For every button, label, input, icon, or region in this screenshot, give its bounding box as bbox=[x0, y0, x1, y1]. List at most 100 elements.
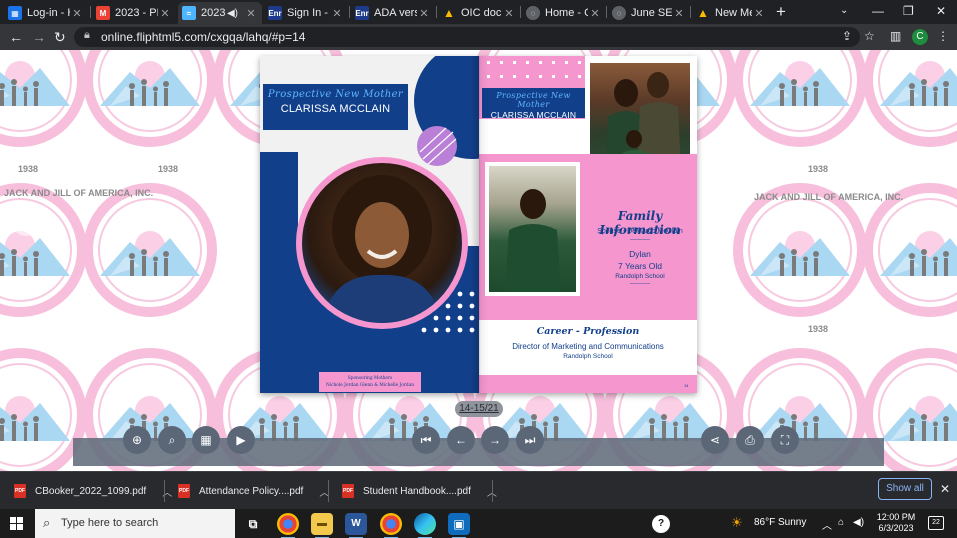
chrome-profile-app-icon[interactable] bbox=[380, 513, 402, 538]
tab-separator bbox=[349, 6, 350, 18]
thumbnails-grid-icon[interactable]: ▦ bbox=[192, 426, 220, 454]
tab-search-icon[interactable]: ⌄ bbox=[840, 3, 848, 19]
weather-sun-icon[interactable]: ☀ bbox=[731, 515, 743, 531]
close-icon[interactable]: ✕ bbox=[158, 7, 172, 20]
download-filename: Student Handbook....pdf bbox=[363, 485, 471, 497]
tab-june-ser[interactable]: ◌ June SER S ✕ bbox=[608, 2, 690, 24]
calendar-app-icon[interactable]: ▣ bbox=[448, 513, 470, 538]
flipbook-icon: ≈ bbox=[182, 6, 196, 20]
logo-year-text: 1938 bbox=[808, 324, 828, 334]
tab-title: New Mem bbox=[715, 7, 752, 19]
fullscreen-icon[interactable]: ⛶ bbox=[771, 426, 799, 454]
close-icon[interactable]: ✕ bbox=[588, 7, 602, 20]
mother-portrait bbox=[296, 157, 468, 329]
restore-icon[interactable]: ❐ bbox=[903, 3, 914, 19]
tab-login[interactable]: ▦ Log-in - H ✕ bbox=[4, 2, 88, 24]
search-icon[interactable]: ⌕ bbox=[158, 426, 186, 454]
address-bar[interactable]: 🔒︎ online.fliphtml5.com/cxgqa/lahq/#p=14 bbox=[74, 27, 860, 47]
tab-title: 2023 - PN bbox=[115, 7, 158, 19]
lock-icon[interactable]: 🔒︎ bbox=[84, 29, 90, 42]
pdf-file-icon: PDF bbox=[14, 484, 26, 498]
forward-icon[interactable]: → bbox=[32, 28, 46, 46]
tab-ada[interactable]: Enr ADA versi ✕ bbox=[351, 2, 435, 24]
tab-gmail[interactable]: M 2023 - PN ✕ bbox=[92, 2, 176, 24]
close-icon[interactable]: ✕ bbox=[752, 7, 766, 20]
reload-icon[interactable]: ↻ bbox=[54, 28, 66, 46]
left-page[interactable]: Prospective New Mother CLARISSA MCCLAIN … bbox=[260, 56, 479, 393]
close-icon[interactable]: ✕ bbox=[330, 7, 344, 20]
previous-page-icon[interactable]: ← bbox=[447, 426, 475, 454]
first-page-icon[interactable]: ⏮ bbox=[412, 426, 440, 454]
download-item[interactable]: PDF Student Handbook....pdf ︿ bbox=[342, 472, 497, 510]
print-icon[interactable]: ⎙ bbox=[736, 426, 764, 454]
career-profession-heading: Career - Profession bbox=[536, 326, 640, 337]
tab-title: Home - Ca bbox=[545, 7, 588, 19]
close-icon[interactable]: ✕ bbox=[502, 7, 516, 20]
weather-text[interactable]: 86°F Sunny bbox=[754, 517, 806, 528]
tab-home[interactable]: ◌ Home - Ca ✕ bbox=[522, 2, 606, 24]
download-separator bbox=[492, 480, 493, 502]
last-page-icon[interactable]: ⏭ bbox=[516, 426, 544, 454]
taskbar-clock[interactable]: 12:00 PM 6/3/2023 bbox=[870, 512, 922, 534]
sponsor-title: Sponsoring Mothers bbox=[347, 376, 393, 381]
edge-app-icon[interactable] bbox=[414, 513, 436, 538]
clock-date: 6/3/2023 bbox=[878, 523, 914, 533]
file-explorer-icon[interactable]: ▬ bbox=[311, 513, 333, 538]
close-icon[interactable]: ✕ bbox=[417, 7, 431, 20]
close-icon[interactable]: ✕ bbox=[244, 7, 258, 20]
help-icon[interactable]: ? bbox=[652, 515, 670, 533]
task-view-icon[interactable]: ⧉ bbox=[242, 513, 264, 535]
tab-title: OIC docum bbox=[461, 7, 502, 19]
tray-chevron-up-icon[interactable]: ︿ bbox=[822, 517, 832, 532]
tab-flipbook[interactable]: ≈ 2023 - ◀) ✕ bbox=[178, 2, 262, 24]
google-drive-icon: ▲ bbox=[443, 6, 455, 20]
windows-start-icon[interactable] bbox=[10, 517, 23, 530]
enr-icon: Enr bbox=[355, 6, 369, 20]
close-downloads-icon[interactable]: ✕ bbox=[940, 482, 950, 496]
tab-oic-documents[interactable]: ▲ OIC docum ✕ bbox=[438, 2, 520, 24]
page-indicator[interactable]: 14-15/21 bbox=[455, 401, 503, 417]
back-icon[interactable]: ← bbox=[9, 28, 23, 46]
right-page[interactable]: Prospective New Mother CLARISSA MCCLAIN bbox=[479, 56, 697, 393]
show-all-downloads-button[interactable]: Show all bbox=[878, 478, 932, 500]
flipbook-spread: Prospective New Mother CLARISSA MCCLAIN … bbox=[260, 56, 697, 393]
pdf-file-icon: PDF bbox=[342, 484, 354, 498]
previous-page-arrow-icon[interactable]: ← bbox=[12, 208, 40, 236]
word-app-icon[interactable]: W bbox=[345, 513, 367, 538]
page-heading: Prospective New Mother bbox=[496, 91, 571, 109]
volume-icon[interactable]: ◀) bbox=[853, 517, 864, 528]
network-icon[interactable]: ⌂ bbox=[838, 517, 844, 528]
page-heading: Prospective New Mother bbox=[267, 89, 404, 100]
chrome-app-icon[interactable] bbox=[277, 513, 299, 538]
right-page-header: Prospective New Mother CLARISSA MCCLAIN bbox=[479, 56, 585, 120]
download-item[interactable]: PDF Attendance Policy....pdf ︿ bbox=[178, 472, 329, 510]
zoom-in-icon[interactable]: ⊕ bbox=[123, 426, 151, 454]
notification-center-icon[interactable]: 22 bbox=[928, 516, 944, 530]
window-close-icon[interactable]: ✕ bbox=[936, 3, 946, 19]
tab-title: ADA versi bbox=[374, 7, 417, 19]
download-item[interactable]: PDF CBooker_2022_1099.pdf ︿ bbox=[14, 472, 172, 510]
share-icon[interactable]: ⋖ bbox=[701, 426, 729, 454]
side-panel-icon[interactable]: ▥ bbox=[890, 29, 901, 43]
minimize-icon[interactable]: — bbox=[872, 3, 884, 19]
browser-toolbar: ← → ↻ 🔒︎ online.fliphtml5.com/cxgqa/lahq… bbox=[0, 24, 957, 50]
new-tab-button[interactable]: + bbox=[776, 3, 786, 21]
close-icon[interactable]: ✕ bbox=[70, 7, 84, 20]
bookmark-star-icon[interactable]: ☆ bbox=[864, 29, 875, 43]
child-age: 7 Years Old bbox=[618, 261, 662, 271]
autoplay-icon[interactable]: ▶ bbox=[227, 426, 255, 454]
speaker-icon[interactable]: ◀) bbox=[227, 8, 238, 19]
profile-avatar[interactable]: C bbox=[912, 29, 928, 45]
share-page-icon[interactable]: ⇪ bbox=[842, 29, 852, 43]
next-page-icon[interactable]: → bbox=[481, 426, 509, 454]
tab-sign-in[interactable]: Enr Sign In - N ✕ bbox=[264, 2, 348, 24]
flipbook-viewport: 1938 1938 1938 1938 JACK AND JILL OF AME… bbox=[0, 50, 957, 471]
tab-new-member[interactable]: ▲ New Mem ✕ bbox=[692, 2, 770, 24]
close-icon[interactable]: ✕ bbox=[672, 7, 686, 20]
search-icon: ⌕ bbox=[43, 515, 51, 530]
clock-time: 12:00 PM bbox=[876, 512, 916, 522]
menu-kebab-icon[interactable]: ⋮ bbox=[937, 29, 949, 43]
right-page-footer bbox=[479, 375, 697, 393]
taskbar-search-box[interactable]: ⌕ Type here to search bbox=[35, 509, 235, 538]
canvas-icon: ◌ bbox=[526, 6, 540, 20]
